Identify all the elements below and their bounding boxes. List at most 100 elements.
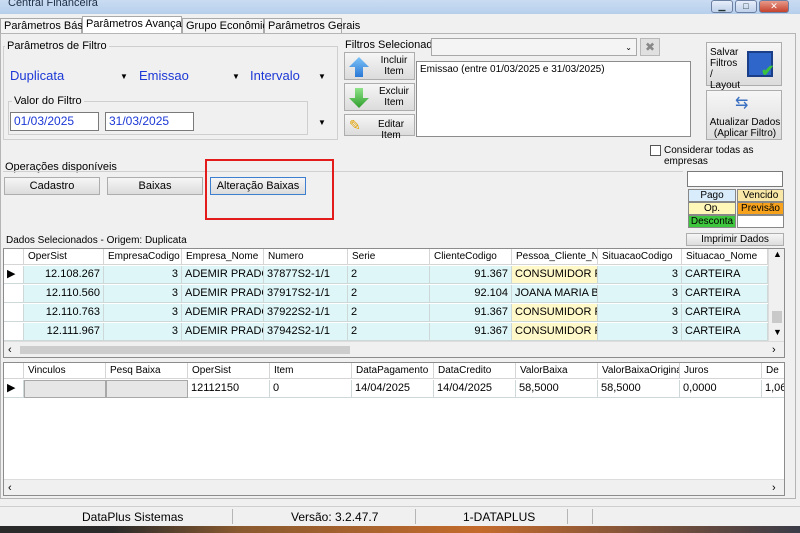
minimize-button[interactable]: ▁: [711, 0, 733, 13]
column-header[interactable]: OperSist: [188, 363, 270, 379]
table-cell[interactable]: 0: [270, 380, 352, 398]
table-cell[interactable]: CARTEIRA: [682, 266, 768, 284]
table-cell[interactable]: CARTEIRA: [682, 285, 768, 303]
table-cell[interactable]: 12.110.560: [24, 285, 104, 303]
table-cell[interactable]: 91.367: [430, 304, 512, 322]
column-header[interactable]: De: [762, 363, 784, 379]
main-data-grid[interactable]: OperSist EmpresaCodigo Empresa_Nome Numero S…: [3, 248, 785, 358]
date-from-input[interactable]: 01/03/2025: [10, 112, 99, 131]
consider-all-checkbox[interactable]: [650, 145, 661, 156]
detail-data-grid[interactable]: Vinculos Pesq Baixa OperSist Item DataPagame…: [3, 362, 785, 496]
column-header[interactable]: ValorBaixa: [516, 363, 598, 379]
document-type-dropdown-icon[interactable]: ▼: [120, 72, 128, 81]
cadastro-button[interactable]: Cadastro: [4, 177, 100, 195]
legend-search-input[interactable]: [687, 171, 783, 187]
table-cell[interactable]: ADEMIR PRADO...: [182, 285, 264, 303]
selected-filters-combo-arrow-icon[interactable]: ⌄: [625, 43, 632, 52]
column-header[interactable]: ValorBaixaOriginal: [598, 363, 680, 379]
table-cell[interactable]: 3: [104, 266, 182, 284]
table-cell[interactable]: 12112150: [188, 380, 270, 398]
column-header[interactable]: Situacao_Nome: [682, 249, 768, 265]
column-header[interactable]: EmpresaCodigo: [104, 249, 182, 265]
maximize-button[interactable]: □: [735, 0, 757, 13]
table-cell[interactable]: 3: [598, 266, 682, 284]
print-data-button[interactable]: Imprimir Dados: [686, 233, 784, 246]
exclude-item-button[interactable]: Excluir Item: [344, 83, 415, 111]
table-cell[interactable]: 2: [348, 266, 430, 284]
table-cell[interactable]: 14/04/2025: [352, 380, 434, 398]
table-cell[interactable]: 3: [104, 323, 182, 341]
column-header[interactable]: Serie: [348, 249, 430, 265]
table-cell[interactable]: 37877S2-1/1: [264, 266, 348, 284]
table-cell[interactable]: 58,5000: [598, 380, 680, 398]
clear-filter-icon[interactable]: ✖: [640, 38, 660, 56]
row-selector[interactable]: ▶: [4, 266, 24, 284]
table-cell[interactable]: 92.104: [430, 285, 512, 303]
table-cell[interactable]: 12.111.967: [24, 323, 104, 341]
vertical-scrollbar[interactable]: ▲ ▼: [768, 249, 784, 341]
table-cell[interactable]: 37922S2-1/1: [264, 304, 348, 322]
column-header[interactable]: ClienteCodigo: [430, 249, 512, 265]
period-mode-value[interactable]: Intervalo: [250, 68, 300, 83]
column-header[interactable]: Vinculos: [24, 363, 106, 379]
table-cell[interactable]: 91.367: [430, 266, 512, 284]
column-header[interactable]: OperSist: [24, 249, 104, 265]
table-cell[interactable]: 37942S2-1/1: [264, 323, 348, 341]
tab-grupo-economico[interactable]: Grupo Econômico: [182, 18, 274, 34]
table-cell[interactable]: 3: [104, 285, 182, 303]
save-layout-button[interactable]: Salvar Filtros / Layout ✔: [706, 42, 782, 91]
document-type-value[interactable]: Duplicata: [10, 68, 64, 83]
table-cell[interactable]: 91.367: [430, 323, 512, 341]
table-cell[interactable]: [106, 380, 188, 398]
selected-filter-item[interactable]: Emissao (entre 01/03/2025 e 31/03/2025): [420, 64, 605, 75]
table-cell[interactable]: CARTEIRA: [682, 323, 768, 341]
selected-filters-list[interactable]: Emissao (entre 01/03/2025 e 31/03/2025): [416, 61, 691, 137]
row-selector[interactable]: [4, 285, 24, 303]
column-header[interactable]: Item: [270, 363, 352, 379]
horizontal-scrollbar[interactable]: ‹ ›: [4, 341, 784, 357]
column-header[interactable]: Numero: [264, 249, 348, 265]
close-button[interactable]: ✕: [759, 0, 789, 13]
refresh-data-button[interactable]: ⇆ Atualizar Dados (Aplicar Filtro): [706, 90, 782, 140]
table-cell[interactable]: 12.110.763: [24, 304, 104, 322]
table-cell[interactable]: 3: [598, 285, 682, 303]
column-header[interactable]: SituacaoCodigo: [598, 249, 682, 265]
table-cell[interactable]: 2: [348, 323, 430, 341]
table-cell[interactable]: CARTEIRA: [682, 304, 768, 322]
table-cell[interactable]: CONSUMIDOR F...: [512, 323, 598, 341]
table-cell[interactable]: 14/04/2025: [434, 380, 516, 398]
date-field-dropdown-icon[interactable]: ▼: [232, 72, 240, 81]
column-header[interactable]: Pessoa_Cliente_Nc: [512, 249, 598, 265]
table-cell[interactable]: 3: [104, 304, 182, 322]
column-header[interactable]: DataCredito: [434, 363, 516, 379]
table-cell[interactable]: 37917S2-1/1: [264, 285, 348, 303]
include-item-button[interactable]: Incluir Item: [344, 52, 415, 80]
tab-parametros-gerais[interactable]: Parâmetros Gerais: [264, 18, 360, 34]
date-to-input[interactable]: 31/03/2025: [105, 112, 194, 131]
table-cell[interactable]: [24, 380, 106, 398]
column-header[interactable]: Empresa_Nome: [182, 249, 264, 265]
filter-value-dropdown-icon[interactable]: ▼: [318, 118, 326, 127]
table-cell[interactable]: JOANA MARIA B...: [512, 285, 598, 303]
column-header[interactable]: Pesq Baixa: [106, 363, 188, 379]
table-cell[interactable]: ADEMIR PRADO...: [182, 323, 264, 341]
row-selector[interactable]: [4, 323, 24, 341]
row-selector[interactable]: [4, 304, 24, 322]
horizontal-scrollbar[interactable]: ‹ ›: [4, 479, 784, 495]
table-cell[interactable]: CONSUMIDOR F...: [512, 304, 598, 322]
column-header[interactable]: Juros: [680, 363, 762, 379]
table-cell[interactable]: 3: [598, 304, 682, 322]
table-cell[interactable]: 12.108.267: [24, 266, 104, 284]
table-cell[interactable]: 3: [598, 323, 682, 341]
tab-parametros-avancados[interactable]: Parâmetros Avançados: [82, 16, 200, 34]
table-cell[interactable]: 2: [348, 285, 430, 303]
baixas-button[interactable]: Baixas: [107, 177, 203, 195]
table-cell[interactable]: CONSUMIDOR F...: [512, 266, 598, 284]
table-cell[interactable]: 0,0000: [680, 380, 762, 398]
table-cell[interactable]: 2: [348, 304, 430, 322]
selected-filters-combo[interactable]: ⌄: [431, 38, 637, 56]
edit-item-button[interactable]: ✎ Editar Item: [344, 114, 415, 141]
table-cell[interactable]: ADEMIR PRADO...: [182, 266, 264, 284]
period-mode-dropdown-icon[interactable]: ▼: [318, 72, 326, 81]
table-cell[interactable]: 1,06: [762, 380, 784, 398]
